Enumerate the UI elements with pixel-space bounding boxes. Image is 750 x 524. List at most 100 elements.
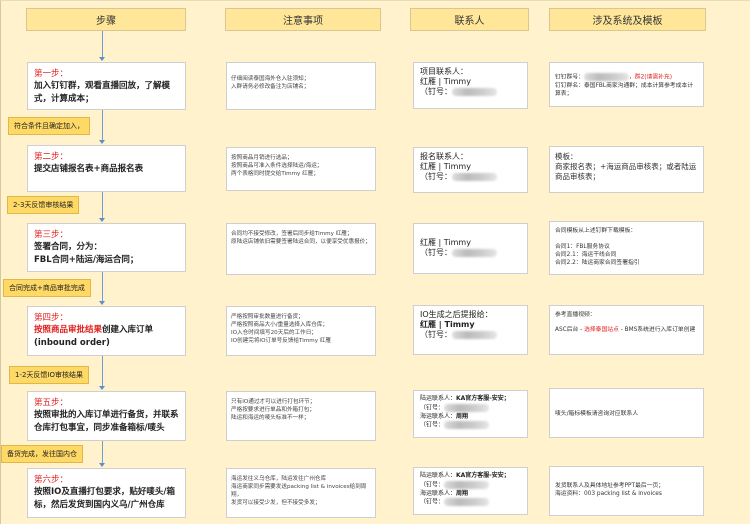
connector	[102, 441, 103, 464]
redacted-id	[584, 73, 629, 81]
step-title: 第二步：	[34, 152, 69, 162]
step-body: 加入钉钉群，观看直播回放，了解模式，计算成本；	[34, 81, 171, 104]
step-body: 按照审批的入库订单进行备货，并联系仓库打包事宜，同步准备箱标/唛头	[34, 410, 179, 433]
step-body-2: (inbound order)	[34, 338, 110, 348]
note-line: 原陆运店铺依旧需要签署陆运合同，以便享受优惠报价；	[231, 239, 371, 245]
note-line: 按照商品月销进行选品；	[231, 155, 293, 161]
contact-id-label: （钉号：	[420, 481, 445, 488]
note-6: 海运发往义乌仓库，陆运发往广州仓库海运商家同步需要发送packing list …	[226, 468, 376, 518]
step-title: 第六步：	[34, 475, 69, 485]
connector	[102, 31, 103, 58]
note-line: IO创建完将IO订单号反馈给Timmy 红雁	[231, 338, 332, 344]
system-line: 合同1：FBL服务协议	[555, 244, 610, 250]
step-3: 第三步： 签署合同，分为： FBL合同+陆运/海运合同；	[27, 223, 186, 272]
connector	[102, 272, 103, 302]
system-6: 发货联系人及具体地址参考PPT最后一页； 海运资料：003 packing li…	[549, 466, 704, 516]
step-1: 第一步： 加入钉钉群，观看直播回放，了解模式，计算成本；	[27, 62, 186, 110]
note-5: 只有IO通过才可以进行打包环节； 严格按要求进行单品和外箱打包； 陆运和海运的唛头标…	[226, 391, 376, 441]
system-line: 钉钉群号：	[555, 74, 584, 81]
step-2: 第二步： 提交店铺报名表+商品报名表	[27, 145, 186, 192]
redacted-id	[452, 87, 497, 96]
system-5: 唛头/箱标模板请咨询对应联系人	[549, 388, 704, 438]
contact-name: KA官方客服-安安；	[456, 472, 510, 479]
step-6: 第六步： 按照IO及直播打包要求，贴好唛头/箱标，然后发货到国内义乌/广州仓库	[27, 468, 186, 518]
contact-label: 项目联系人：	[420, 67, 468, 76]
contact-name: 红雁 | Timmy	[420, 162, 471, 171]
note-line: 海运发往义乌仓库，陆运发往广州仓库	[231, 476, 327, 482]
step-body-highlight: 按照商品审批结果	[34, 325, 103, 335]
note-line: IO入仓时间填写20天后的工作日；	[231, 330, 317, 336]
contact-label: 报名联系人：	[420, 152, 468, 161]
system-3: 合同模板从上述钉群下载模板： 合同1：FBL服务协议 合同2.1：海运干线合同 …	[549, 221, 704, 275]
arrow-icon	[99, 218, 105, 222]
redacted-id	[444, 403, 490, 412]
system-line: 商家报名表；+海运商品审核表；或者陆运商品审核表；	[555, 162, 697, 181]
redacted-id	[444, 421, 490, 429]
step-title: 第四步：	[34, 313, 69, 323]
note-1: 仔细阅读泰国海外仓入驻须知； 入群请务必修改备注为店铺名；	[226, 62, 376, 110]
note-line: 两个表格同时提交给Timmy 红雁；	[231, 171, 319, 177]
note-line: 仔细阅读泰国海外仓入驻须知；	[231, 76, 310, 82]
step-4: 第四步： 按照商品审批结果创建入库订单 (inbound order)	[27, 306, 186, 356]
note-line: 按照商品可准入条件选择陆运/海运；	[231, 163, 323, 169]
contact-2: 报名联系人： 红雁 | Timmy （钉号：	[413, 147, 528, 193]
arrow-icon	[99, 57, 105, 61]
step-body-2: FBL合同+陆运/海运合同；	[34, 255, 139, 265]
step-body: 签署合同，分为：	[34, 242, 103, 252]
contact-id-label: （钉号：	[420, 248, 452, 257]
redacted-id	[452, 172, 497, 181]
note-line: 只有IO通过才可以进行打包环节；	[231, 399, 316, 405]
contact-id-label: （钉号：	[420, 421, 445, 429]
step-5: 第五步： 按照审批的入库订单进行备货，并联系仓库打包事宜，同步准备箱标/唛头	[27, 391, 186, 441]
note-line: 入群请务必修改备注为店铺名；	[231, 84, 310, 90]
contact-id-label: （钉号：	[420, 498, 445, 506]
note-line: 严格按照审批数量进行备货；	[231, 314, 304, 320]
note-2: 按照商品月销进行选品； 按照商品可准入条件选择陆运/海运； 两个表格同时提交给Tim…	[226, 147, 376, 191]
system-line-highlight: ，群2(请需补充)	[629, 74, 672, 81]
transition-label: 符合条件且确定加入，	[8, 117, 90, 135]
contact-6: 陆运联系人：KA官方客服-安安； （钉号： 海运联系人：周翔 （钉号：	[413, 467, 528, 515]
header-steps: 步骤	[26, 8, 186, 31]
arrow-icon	[99, 140, 105, 144]
system-line: 参考直播视频：	[555, 312, 596, 318]
note-line: 严格按要求进行单品和外箱打包；	[231, 407, 315, 413]
contact-label: 海运联系人：	[420, 489, 457, 497]
note-line: 严格按照商品大小/重量选择入库仓库；	[231, 322, 328, 328]
transition-label: 合同完成+商品审批完成	[3, 279, 91, 297]
transition-label: 备货完成，发往国内仓	[1, 445, 83, 463]
system-line-highlight: 选择泰国站点	[584, 327, 619, 333]
note-line: 发货可以接受少发，但不接受多发；	[231, 500, 321, 506]
step-title: 第一步：	[34, 69, 69, 79]
arrow-icon	[99, 463, 105, 467]
system-line: 唛头/箱标模板请咨询对应联系人	[555, 411, 639, 417]
redacted-id	[444, 498, 490, 506]
contact-id-label: （钉号：	[420, 87, 452, 96]
system-line: 合同2.1：海运干线合同	[555, 252, 617, 258]
system-line: 发货联系人及具体地址参考PPT最后一页；	[555, 483, 665, 489]
step-body: 按照IO及直播打包要求，贴好唛头/箱标，然后发货到国内义乌/广州仓库	[34, 487, 175, 510]
contact-4: IO生成之后提报给： 红雁 | Timmy （钉号：	[413, 305, 528, 355]
transition-label: 1-2天反馈IO审核结果	[9, 366, 90, 384]
contact-id-label: （钉号：	[420, 404, 445, 411]
system-1: 钉钉群号： ，群2(请需补充) 钉钉群名：泰国FBL商家沟通群；成本计算参考成本计…	[549, 62, 704, 107]
system-line: ASC后台 -	[555, 327, 585, 333]
arrow-icon	[99, 301, 105, 305]
contact-id-label: （钉号：	[420, 172, 452, 181]
contact-name: 红雁 | Timmy	[420, 320, 475, 329]
note-3: 合同均不接受修改，签署后同步给Timmy 红雁； 原陆运店铺依旧需要签署陆运合同，…	[226, 223, 376, 275]
contact-5: 陆运联系人：KA官方客服-安安； （钉号： 海运联系人：周翔 （钉号：	[413, 390, 528, 438]
system-line: 钉钉群名：泰国FBL商家沟通群；成本计算参考成本计算表；	[555, 82, 694, 97]
step-body: 提交店铺报名表+商品报名表	[34, 164, 144, 174]
note-line: 陆运和海运的唛头标准不一样；	[231, 415, 310, 421]
step-title: 第三步：	[34, 230, 69, 240]
contact-1: 项目联系人： 红雁 | Timmy （钉号：	[413, 62, 528, 109]
note-4: 严格按照审批数量进行备货； 严格按照商品大小/重量选择入库仓库； IO入仓时间填写2…	[226, 306, 376, 356]
note-line: 海运商家同步需要发送packing list & invoices给到周翔，	[231, 484, 367, 498]
system-2: 模板： 商家报名表；+海运商品审核表；或者陆运商品审核表；	[549, 146, 704, 193]
system-line: 合同模板从上述钉群下载模板：	[555, 228, 637, 234]
system-line: - BMS系统进行入库订单创建	[618, 327, 696, 333]
connector	[102, 110, 103, 141]
contact-name: KA官方客服-安安；	[456, 395, 510, 402]
contact-3: 红雁 | Timmy （钉号：	[413, 223, 528, 274]
contact-name: 周翔	[456, 412, 469, 420]
